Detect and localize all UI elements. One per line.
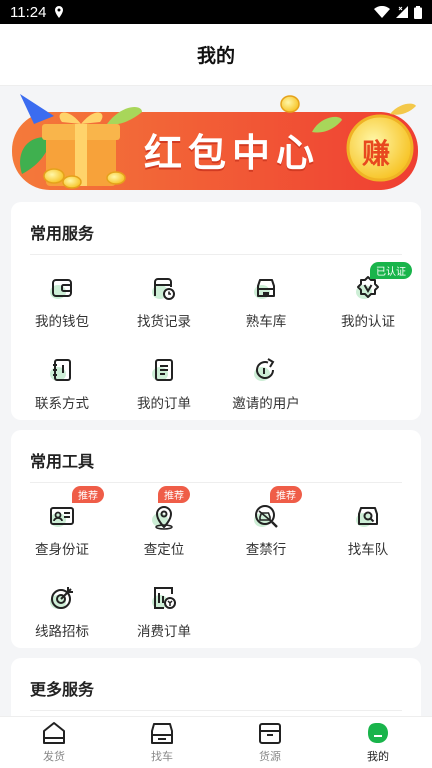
tab-mine[interactable]: 我的 — [324, 717, 432, 768]
my-orders-label: 我的订单 — [137, 396, 191, 412]
status-time: 11:24 — [10, 3, 47, 21]
status-bar: 11:24 — [0, 0, 432, 24]
tab-label: 货源 — [259, 750, 281, 763]
consumption-orders-item[interactable]: 消费订单 — [113, 584, 215, 640]
tab-ship[interactable]: 发货 — [0, 717, 108, 768]
tab-label: 找车 — [151, 750, 173, 763]
signal-icon — [396, 6, 408, 18]
id-card-icon — [50, 507, 74, 527]
find-fleet-item[interactable]: 找车队 — [317, 502, 419, 558]
id-card-icon-wrap: 推荐 — [48, 486, 104, 530]
bottom-tab-bar: 发货 找车 货源 我的 — [0, 716, 432, 768]
restriction-search-icon — [254, 505, 278, 528]
wifi-icon — [374, 6, 390, 18]
history-icon — [152, 278, 175, 300]
certified-badge: 已认证 — [370, 262, 412, 279]
recommend-badge: 推荐 — [158, 486, 190, 503]
check-location-item[interactable]: 推荐 查定位 — [113, 486, 215, 558]
certification-icon-wrap: 已认证 — [354, 262, 412, 302]
fleet-icon — [356, 507, 378, 527]
cargo-history-label: 找货记录 — [137, 314, 191, 330]
tab-label: 发货 — [43, 750, 65, 763]
restriction-icon-wrap: 推荐 — [252, 486, 302, 530]
profile-icon — [368, 723, 388, 743]
battery-icon — [414, 5, 422, 19]
common-services-card: 常用服务 我的钱包 找货记录 熟车库 已认证 我的认证 联系方式 我的订单 邀请… — [11, 202, 421, 420]
invited-users-item[interactable]: 邀请的用户 — [215, 356, 317, 412]
check-id-item[interactable]: 推荐 查身份证 — [11, 486, 113, 558]
truck-tab-icon — [151, 723, 173, 744]
recommend-badge: 推荐 — [72, 486, 104, 503]
divider — [30, 710, 402, 711]
banner-title: 红包中心 — [144, 131, 321, 175]
check-id-label: 查身份证 — [35, 542, 89, 558]
section-title: 常用服务 — [30, 224, 95, 243]
cargo-history-item[interactable]: 找货记录 — [113, 274, 215, 330]
divider — [30, 482, 402, 483]
check-location-label: 查定位 — [143, 542, 185, 558]
tab-find-truck[interactable]: 找车 — [108, 717, 216, 768]
box-icon — [259, 723, 281, 744]
location-pin-icon-wrap: 推荐 — [150, 486, 190, 530]
check-restriction-label: 查禁行 — [245, 542, 287, 558]
target-icon — [50, 587, 73, 609]
banner-earn-badge: 赚 — [362, 137, 391, 170]
red-packet-banner[interactable]: 红包中心 赚 — [12, 94, 420, 194]
orders-icon — [152, 359, 173, 381]
section-title: 更多服务 — [30, 680, 95, 699]
home-icon — [43, 722, 65, 744]
wallet-label: 我的钱包 — [35, 314, 89, 330]
recommend-badge: 推荐 — [270, 486, 302, 503]
my-certification-item[interactable]: 已认证 我的认证 — [317, 262, 419, 330]
wallet-icon — [50, 279, 72, 299]
share-icon — [254, 358, 275, 381]
contact-book-icon — [50, 359, 71, 381]
page-title: 我的 — [196, 45, 235, 67]
common-tools-card: 常用工具 推荐 查身份证 推荐 查定位 推荐 查禁行 找车队 线路招标 消费订单 — [11, 430, 421, 648]
tab-cargo-source[interactable]: 货源 — [216, 717, 324, 768]
familiar-trucks-label: 熟车库 — [245, 314, 287, 330]
page-header: 我的 — [0, 24, 432, 86]
truck-icon — [254, 279, 275, 299]
my-orders-item[interactable]: 我的订单 — [113, 356, 215, 412]
contact-item[interactable]: 联系方式 — [11, 356, 113, 412]
my-certification-label: 我的认证 — [341, 314, 395, 330]
consumption-orders-label: 消费订单 — [137, 624, 191, 640]
location-icon — [55, 6, 64, 18]
invited-users-label: 邀请的用户 — [232, 396, 300, 412]
section-title: 常用工具 — [30, 452, 95, 471]
bill-icon — [152, 587, 176, 609]
divider — [30, 254, 402, 255]
route-bidding-label: 线路招标 — [35, 624, 89, 640]
tab-label: 我的 — [367, 750, 389, 763]
familiar-trucks-item[interactable]: 熟车库 — [215, 274, 317, 330]
check-restriction-item[interactable]: 推荐 查禁行 — [215, 486, 317, 558]
contact-label: 联系方式 — [35, 396, 89, 412]
location-pin-icon — [152, 506, 173, 530]
wallet-item[interactable]: 我的钱包 — [11, 274, 113, 330]
route-bidding-item[interactable]: 线路招标 — [11, 584, 113, 640]
find-fleet-label: 找车队 — [347, 542, 389, 558]
